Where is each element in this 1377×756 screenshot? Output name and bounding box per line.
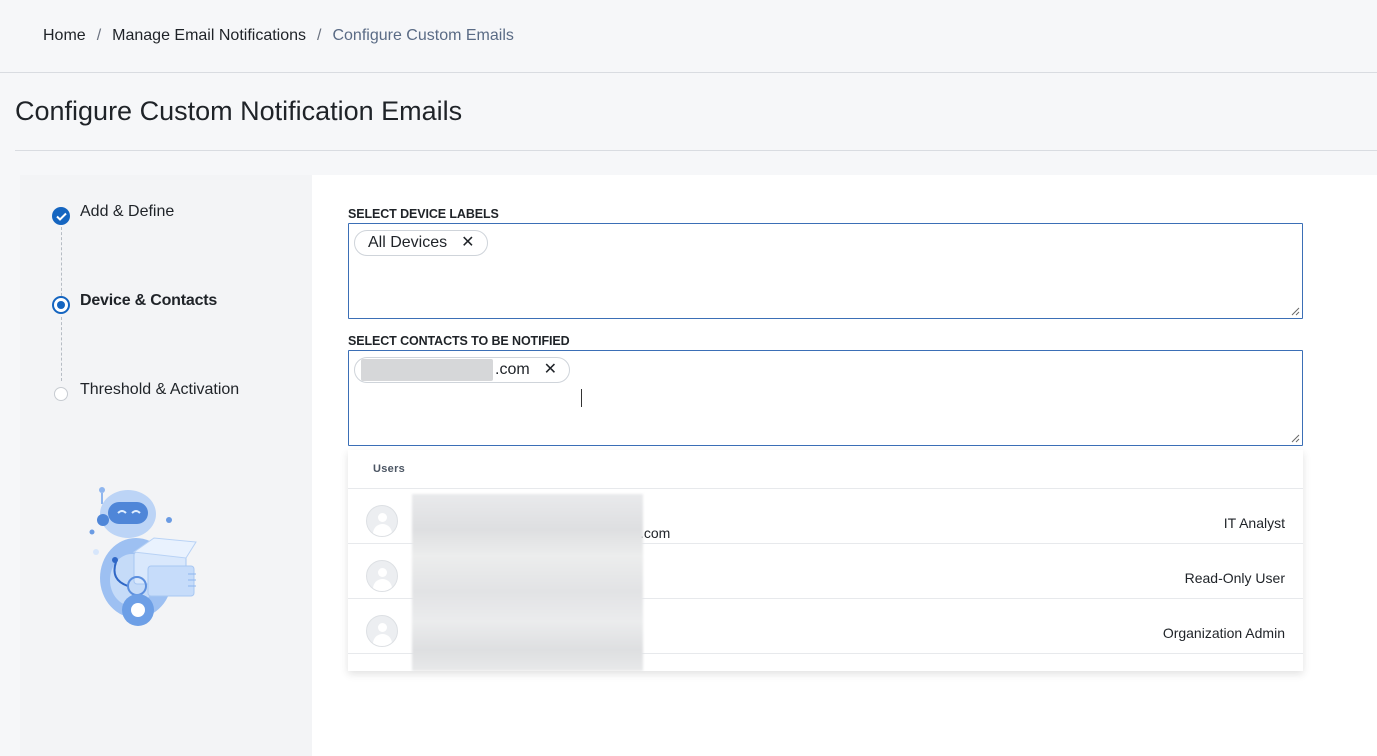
resize-handle-icon[interactable] xyxy=(1291,434,1300,443)
option-role: IT Analyst xyxy=(1223,515,1285,531)
step-threshold-activation[interactable]: Threshold & Activation xyxy=(52,380,239,401)
page-title: Configure Custom Notification Emails xyxy=(15,96,463,126)
option-role: Organization Admin xyxy=(1162,625,1285,641)
chip-text: All Devices xyxy=(368,234,448,251)
radio-current-icon xyxy=(52,296,70,314)
wizard-stepper: Add & Define Device & Contacts Threshold… xyxy=(20,175,312,756)
step-device-contacts[interactable]: Device & Contacts xyxy=(52,291,217,314)
breadcrumb-separator: / xyxy=(317,27,322,44)
chip-remove-icon[interactable]: ✕ xyxy=(461,235,474,251)
breadcrumb-current: Configure Custom Emails xyxy=(332,27,514,44)
contacts-dropdown: Users .com IT Analyst Read-Only User Org… xyxy=(348,450,1303,671)
option-email: .com xyxy=(640,525,671,541)
redacted-user-list xyxy=(412,494,643,671)
breadcrumb-manage-email-link[interactable]: Manage Email Notifications xyxy=(112,27,306,45)
contacts-multiselect[interactable]: .com ✕ xyxy=(348,350,1303,446)
redacted-text xyxy=(361,359,493,381)
step-connector xyxy=(61,227,62,301)
user-avatar-icon xyxy=(366,560,398,592)
chip-remove-icon[interactable]: ✕ xyxy=(544,362,557,378)
breadcrumb: Home / Manage Email Notifications / Conf… xyxy=(0,0,1377,73)
dropdown-section-header: Users xyxy=(348,450,1303,489)
step-label: Device & Contacts xyxy=(80,292,218,309)
breadcrumb-separator: / xyxy=(96,27,102,44)
option-role: Read-Only User xyxy=(1184,570,1285,586)
text-cursor xyxy=(581,389,582,407)
breadcrumb-home-link[interactable]: Home xyxy=(43,27,86,45)
contacts-label: SELECT CONTACTS TO BE NOTIFIED xyxy=(348,334,570,348)
step-connector xyxy=(61,317,62,381)
device-label-chip: All Devices ✕ xyxy=(354,230,488,256)
device-labels-label: SELECT DEVICE LABELS xyxy=(348,207,499,221)
check-circle-icon xyxy=(52,207,70,225)
step-label: Add & Define xyxy=(80,203,175,220)
user-avatar-icon xyxy=(366,615,398,647)
device-labels-multiselect[interactable]: All Devices ✕ xyxy=(348,223,1303,319)
radio-empty-icon xyxy=(54,387,68,401)
title-divider xyxy=(15,150,1377,151)
step-label: Threshold & Activation xyxy=(80,381,240,398)
resize-handle-icon[interactable] xyxy=(1291,307,1300,316)
chip-text: .com xyxy=(495,361,530,378)
user-avatar-icon xyxy=(366,505,398,537)
contact-chip: .com ✕ xyxy=(354,357,571,383)
step-add-define[interactable]: Add & Define xyxy=(52,202,174,225)
form-panel: SELECT DEVICE LABELS All Devices ✕ SELEC… xyxy=(312,175,1377,756)
robot-illustration xyxy=(89,487,197,626)
